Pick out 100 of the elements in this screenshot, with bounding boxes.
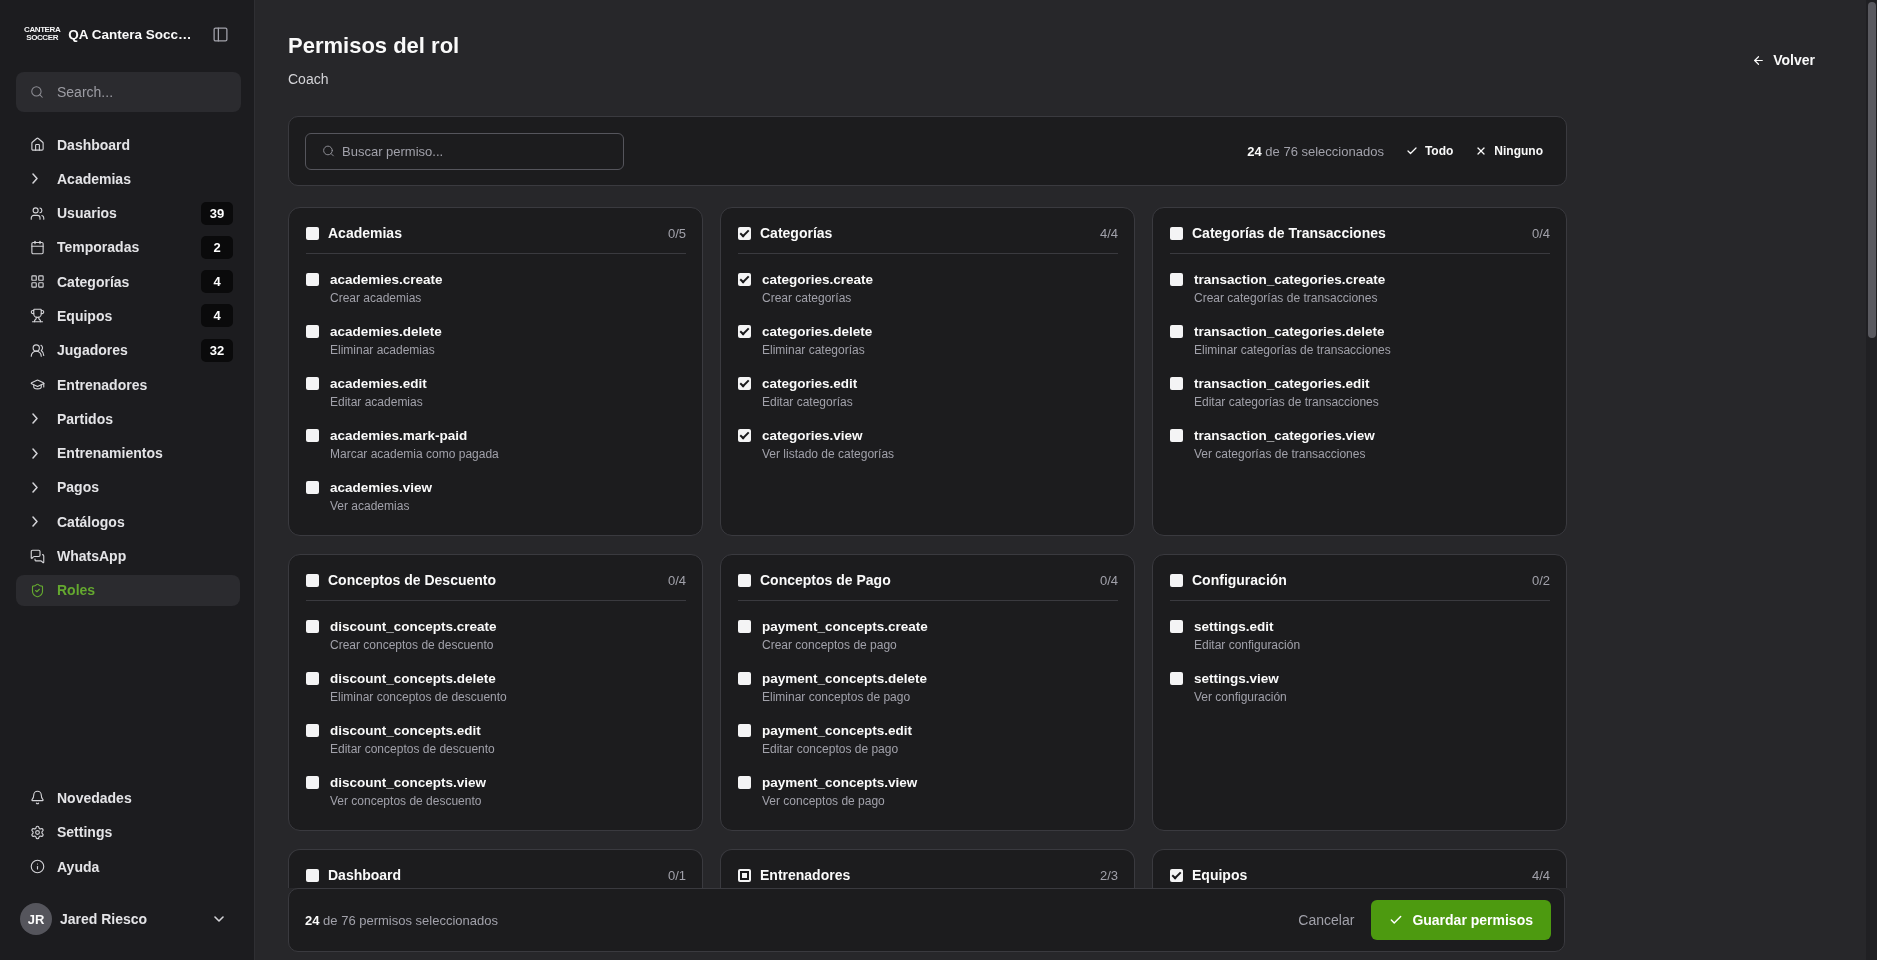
permission-description: Crear conceptos de pago bbox=[762, 637, 897, 654]
permission-description: Eliminar categorías de transacciones bbox=[1194, 342, 1391, 359]
save-button[interactable]: Guardar permisos bbox=[1371, 900, 1551, 940]
chevron-right-icon bbox=[32, 447, 38, 459]
search-field[interactable]: Buscar permiso... bbox=[305, 132, 624, 170]
checkbox[interactable] bbox=[1170, 273, 1183, 286]
permission-description: Editar categorías de transacciones bbox=[1194, 394, 1379, 411]
checkbox[interactable] bbox=[738, 325, 751, 338]
checkbox[interactable] bbox=[306, 325, 319, 338]
permission-name: payment_concepts.edit bbox=[762, 722, 913, 740]
nav-item[interactable]: Partidos bbox=[16, 403, 240, 435]
permission-description: Ver conceptos de pago bbox=[762, 793, 885, 810]
checkbox[interactable] bbox=[1170, 868, 1183, 882]
scrollbar-thumb[interactable] bbox=[1867, 2, 1876, 338]
nav-item[interactable]: Dashboard bbox=[16, 129, 240, 160]
search-field[interactable]: Search... bbox=[16, 72, 241, 112]
group-title: Dashboard bbox=[328, 867, 403, 883]
checkbox[interactable] bbox=[738, 377, 751, 390]
nav-item[interactable]: WhatsApp bbox=[16, 540, 240, 572]
selection-summary: 24 de 76 permisos seleccionados bbox=[305, 912, 498, 928]
checkbox[interactable] bbox=[306, 620, 319, 633]
group-title: Configuración bbox=[1192, 572, 1288, 588]
checkbox[interactable] bbox=[1170, 620, 1183, 633]
checkbox[interactable] bbox=[306, 724, 319, 737]
checkbox[interactable] bbox=[1170, 325, 1183, 338]
permission-name: discount_concepts.create bbox=[330, 618, 497, 636]
checkbox[interactable] bbox=[306, 672, 319, 685]
checkbox[interactable] bbox=[306, 776, 319, 789]
nav-item[interactable]: Entrenadores bbox=[16, 369, 240, 401]
nav-item[interactable]: Usuarios 39 bbox=[16, 197, 240, 229]
chevron-right-icon bbox=[32, 481, 38, 493]
checkbox[interactable] bbox=[306, 226, 319, 240]
nav-item[interactable]: Academias bbox=[16, 163, 240, 195]
permission-description: Marcar academia como pagada bbox=[330, 446, 499, 463]
checkbox[interactable] bbox=[738, 672, 751, 685]
permission-description: Ver categorías de transacciones bbox=[1194, 446, 1366, 463]
house-icon bbox=[30, 137, 45, 152]
checkbox[interactable] bbox=[306, 429, 319, 442]
nav-item[interactable]: Catálogos bbox=[16, 506, 240, 538]
permission-count: 0/4 bbox=[1531, 225, 1550, 241]
chevron-right-icon bbox=[32, 516, 38, 528]
nav-item[interactable]: Temporadas 2 bbox=[16, 231, 240, 263]
cancel-button[interactable]: Cancelar bbox=[1286, 904, 1367, 936]
check-icon bbox=[1405, 145, 1418, 157]
checkbox[interactable] bbox=[738, 868, 751, 882]
checkbox[interactable] bbox=[1170, 377, 1183, 390]
nav-item[interactable]: Roles bbox=[16, 574, 240, 606]
permission-description: Editar configuración bbox=[1194, 637, 1301, 654]
permission-description: Editar academias bbox=[330, 394, 423, 411]
brand-logo: CANTERA SOCCER bbox=[24, 26, 61, 42]
back-button[interactable]: Volver bbox=[1740, 42, 1827, 78]
checkbox[interactable] bbox=[1170, 226, 1183, 240]
checkbox[interactable] bbox=[738, 573, 751, 587]
permission-name: settings.view bbox=[1194, 670, 1279, 688]
checkbox[interactable] bbox=[1170, 672, 1183, 685]
users-icon bbox=[30, 205, 45, 221]
checkbox[interactable] bbox=[306, 377, 319, 390]
checkbox[interactable] bbox=[1170, 429, 1183, 442]
group-title: Entrenadores bbox=[760, 867, 852, 883]
chevron-down-icon[interactable] bbox=[214, 916, 224, 922]
checkbox[interactable] bbox=[738, 620, 751, 633]
count-badge: 39 bbox=[201, 201, 233, 225]
permission-count: 4/4 bbox=[1099, 225, 1118, 241]
count-badge: 4 bbox=[201, 270, 233, 294]
checkbox[interactable] bbox=[738, 776, 751, 789]
select-all-button[interactable]: Todo bbox=[1405, 140, 1454, 162]
permission-name: discount_concepts.delete bbox=[330, 670, 496, 688]
permission-description: Eliminar academias bbox=[330, 342, 435, 359]
nav-item[interactable]: Settings bbox=[16, 816, 240, 848]
permission-description: Ver configuración bbox=[1194, 689, 1287, 706]
permission-name: categories.create bbox=[762, 271, 874, 289]
permission-name: discount_concepts.edit bbox=[330, 722, 481, 740]
nav-item[interactable]: Pagos bbox=[16, 471, 240, 503]
checkbox[interactable] bbox=[1170, 573, 1183, 587]
nav-item[interactable]: Novedades bbox=[16, 782, 240, 814]
checkbox[interactable] bbox=[306, 573, 319, 587]
checkbox[interactable] bbox=[738, 273, 751, 286]
permission-description: Crear categorías de transacciones bbox=[1194, 290, 1378, 307]
checkbox[interactable] bbox=[738, 226, 751, 240]
nav-item[interactable]: Entrenamientos bbox=[16, 437, 240, 469]
shield-check-icon bbox=[30, 582, 45, 598]
permission-name: transaction_categories.edit bbox=[1194, 375, 1370, 393]
permission-description: Ver academias bbox=[330, 498, 410, 515]
checkbox[interactable] bbox=[306, 868, 319, 882]
nav-item[interactable]: Equipos 4 bbox=[16, 300, 240, 332]
checkbox[interactable] bbox=[306, 481, 319, 494]
select-none-button[interactable]: Ninguno bbox=[1475, 140, 1543, 162]
nav-item[interactable]: Categorías 4 bbox=[16, 266, 240, 298]
group-title: Equipos bbox=[1192, 867, 1249, 883]
users-icon bbox=[30, 342, 45, 358]
checkbox[interactable] bbox=[738, 429, 751, 442]
sidebar-toggle-icon[interactable] bbox=[212, 25, 229, 43]
count-badge: 32 bbox=[201, 338, 233, 362]
grid-icon bbox=[30, 274, 45, 290]
checkbox[interactable] bbox=[306, 273, 319, 286]
checkbox[interactable] bbox=[738, 724, 751, 737]
avatar[interactable]: JR bbox=[20, 903, 52, 935]
group-title: Categorías de Transacciones bbox=[1192, 225, 1387, 241]
nav-item[interactable]: Ayuda bbox=[16, 851, 240, 882]
nav-item[interactable]: Jugadores 32 bbox=[16, 334, 240, 366]
